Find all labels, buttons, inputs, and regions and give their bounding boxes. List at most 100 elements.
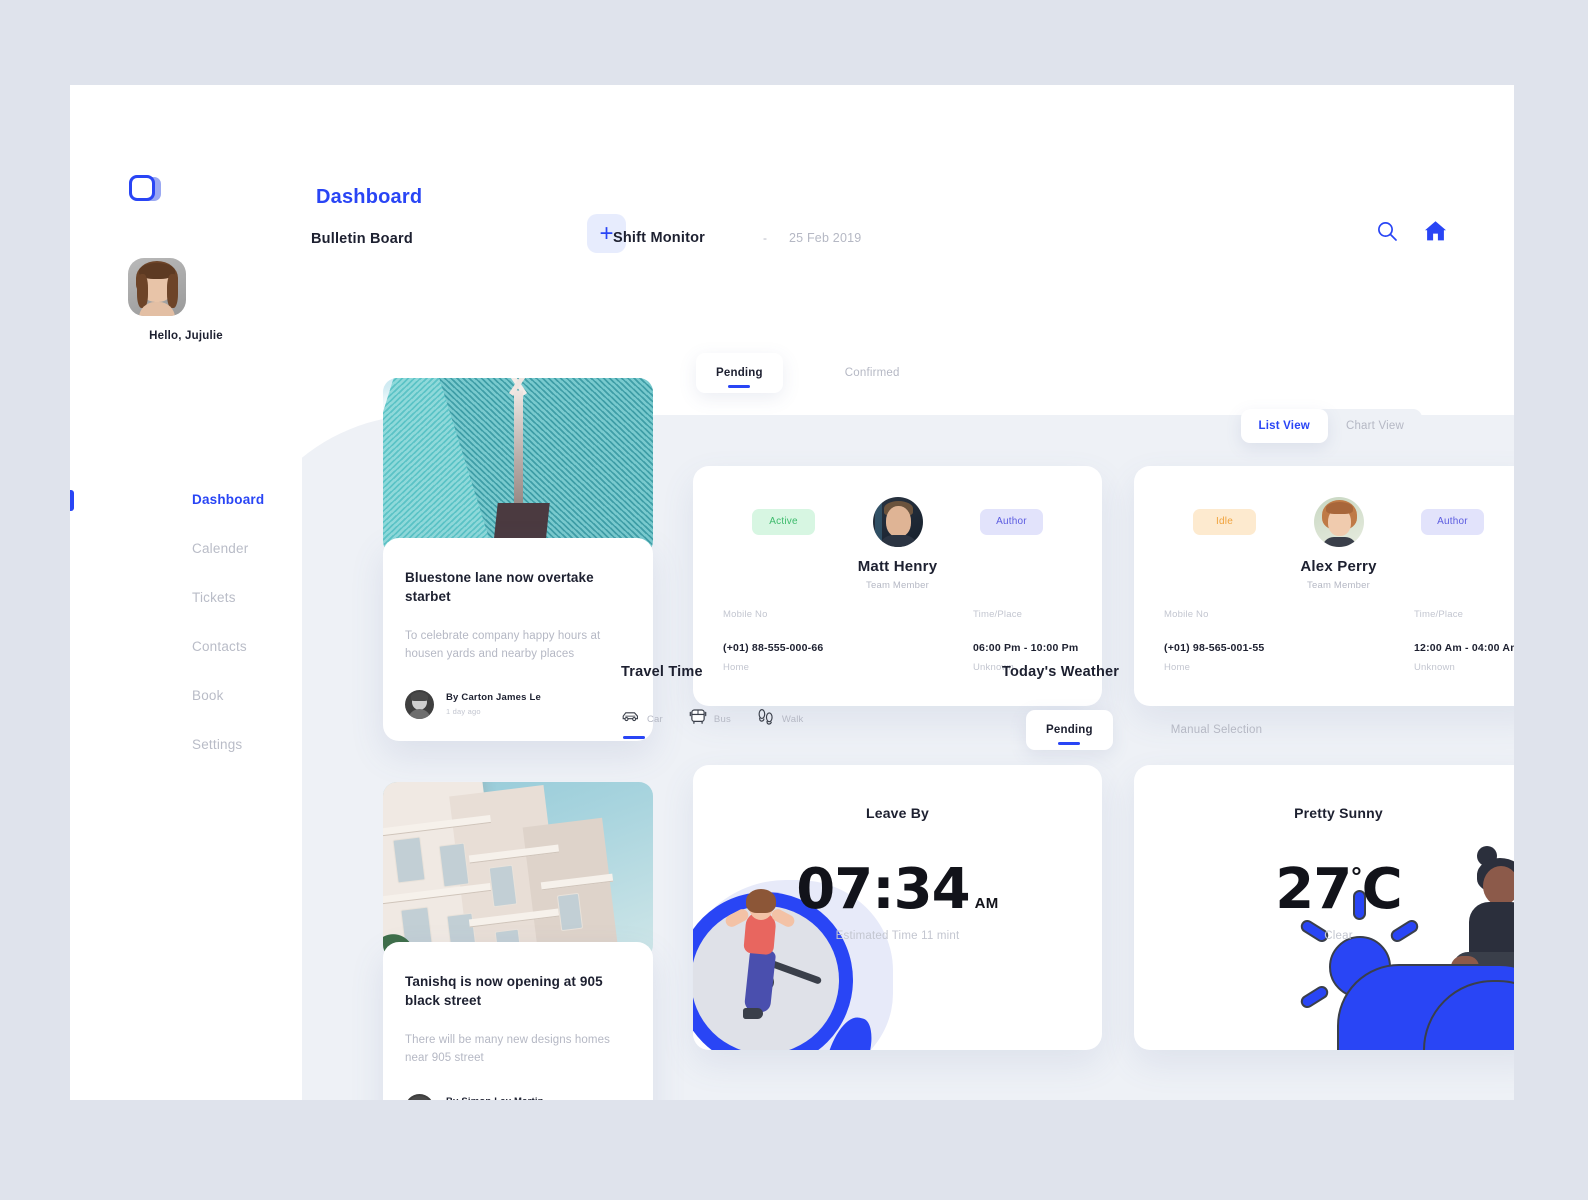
travel-mode-car[interactable]: Car (621, 709, 663, 739)
weather-title: Today's Weather (1002, 664, 1120, 681)
sidebar-item-label: Tickets (192, 590, 236, 605)
status-badge: Idle (1193, 509, 1256, 535)
user-greeting: Hello, Jujulie (149, 330, 223, 342)
weather-card: Pretty Sunny 27°C Clear (1134, 765, 1514, 1050)
avatar[interactable] (128, 258, 186, 316)
home-icon[interactable] (1423, 219, 1448, 243)
sidebar: Hello, Jujulie Dashboard Calender Ticket… (70, 85, 302, 1100)
avatar-hair-right (167, 274, 178, 308)
bulletin-card-body: Bluestone lane now overtake starbet To c… (383, 538, 653, 741)
temperature-unit: C (1361, 857, 1403, 922)
sidebar-item-tickets[interactable]: Tickets (70, 573, 302, 622)
travel-mode-label: Walk (781, 713, 804, 725)
leave-by-time: 07:34 (796, 857, 970, 922)
tab-weather-pending[interactable]: Pending (1026, 710, 1113, 750)
bulletin-body-text: To celebrate company happy hours at hous… (405, 630, 601, 661)
shift-monitor-header: Shift Monitor - 25 Feb 2019 (613, 230, 861, 246)
role-badge: Author (980, 509, 1043, 535)
shift-member-card[interactable]: Idle Author Alex Perry Team Member Mobil… (1134, 466, 1514, 706)
travel-mode-walk[interactable]: Walk (757, 708, 804, 740)
weather-tabs: Pending Manual Selection (1026, 710, 1282, 750)
bulletin-card-body: Tanishq is now opening at 905 black stre… (383, 942, 653, 1100)
author-avatar (405, 689, 434, 719)
sidebar-item-label: Dashboard (192, 492, 265, 507)
view-toggle: List View Chart View (1240, 409, 1422, 443)
header-actions (1375, 219, 1448, 243)
travel-mode-selector: Car Bus Walk (621, 708, 803, 740)
leave-by-value: 07:34 AM (693, 857, 1102, 922)
member-mobile-detail: Mobile No (+01) 88-555-000-66 Home (723, 609, 823, 673)
tab-pending[interactable]: Pending (696, 353, 783, 393)
car-icon (621, 709, 640, 729)
mobile-value: (+01) 98-565-001-55 (1164, 642, 1265, 654)
user-avatar-image (128, 258, 186, 316)
time-place-label: Time/Place (1414, 609, 1464, 620)
search-icon[interactable] (1375, 219, 1399, 243)
townhouses-photo (383, 782, 653, 959)
bulletin-headline: Tanishq is now opening at 905 black stre… (405, 974, 603, 1009)
list-view-button[interactable]: List View (1240, 409, 1328, 443)
weather-condition-title: Pretty Sunny (1294, 805, 1383, 821)
app-logo-icon[interactable] (129, 173, 163, 205)
travel-time-title: Travel Time (621, 664, 703, 681)
glass-tower-photo (383, 378, 653, 555)
travel-mode-label: Bus (713, 713, 731, 725)
author-timestamp: 1 day ago (446, 707, 481, 717)
time-value: 12:00 Am - 04:00 Am (1414, 642, 1514, 654)
shift-monitor-tabs: Pending Confirmed (696, 353, 920, 393)
estimated-time-text: Estimated Time 11 mint (835, 930, 960, 942)
logo-front-shape (129, 175, 155, 201)
temperature-value: 27°C (1134, 857, 1514, 922)
shift-monitor-title: Shift Monitor (613, 230, 705, 246)
member-mobile-detail: Mobile No (+01) 98-565-001-55 Home (1164, 609, 1264, 673)
degree-symbol: ° (1351, 861, 1362, 891)
member-subtitle: Team Member (1307, 580, 1370, 591)
status-badge: Active (752, 509, 815, 535)
author-name: By Carton James Le (446, 692, 541, 704)
sidebar-item-settings[interactable]: Settings (70, 720, 302, 769)
active-indicator-bar (70, 490, 74, 511)
author-name: By Simon Lay Martin (446, 1096, 544, 1100)
sidebar-item-contacts[interactable]: Contacts (70, 622, 302, 671)
tab-confirmed[interactable]: Confirmed (825, 353, 920, 393)
mobile-label: Mobile No (1164, 609, 1209, 620)
role-badge: Author (1421, 509, 1484, 535)
sidebar-item-label: Book (192, 688, 224, 703)
temperature-number: 27 (1275, 857, 1352, 922)
sidebar-nav: Dashboard Calender Tickets Contacts Book… (70, 475, 302, 769)
place-sub: Unknown (1414, 662, 1456, 673)
sidebar-item-calender[interactable]: Calender (70, 524, 302, 573)
bulletin-author: By Simon Lay Martin 2 day ago (405, 1093, 631, 1100)
avatar-hair-left (137, 274, 148, 308)
footsteps-icon (757, 708, 775, 730)
tab-manual-selection[interactable]: Manual Selection (1151, 710, 1282, 750)
time-place-label: Time/Place (973, 609, 1023, 620)
member-subtitle: Team Member (866, 580, 929, 591)
shift-monitor-date: 25 Feb 2019 (789, 231, 862, 245)
weather-sub-text: Clear (1324, 930, 1353, 942)
sidebar-item-label: Contacts (192, 639, 247, 654)
mobile-sub: Home (1164, 662, 1191, 673)
bus-icon (689, 708, 707, 730)
app-window: Hello, Jujulie Dashboard Calender Ticket… (70, 85, 1514, 1100)
travel-mode-label: Car (647, 713, 663, 725)
sidebar-item-label: Settings (192, 737, 243, 752)
bulletin-body-text: There will be many new designs homes nea… (405, 1034, 610, 1065)
sidebar-item-book[interactable]: Book (70, 671, 302, 720)
sidebar-item-label: Calender (192, 541, 249, 556)
sidebar-item-dashboard[interactable]: Dashboard (70, 475, 302, 524)
author-avatar (405, 1093, 434, 1100)
mobile-value: (+01) 88-555-000-66 (723, 642, 824, 654)
member-name: Matt Henry (857, 558, 938, 575)
member-avatar (1313, 497, 1364, 547)
bulletin-author: By Carton James Le 1 day ago (405, 689, 631, 719)
member-name: Alex Perry (1300, 558, 1377, 575)
mobile-sub: Home (723, 662, 750, 673)
leave-by-title: Leave By (865, 805, 930, 821)
page-title: Dashboard (316, 186, 423, 209)
travel-mode-bus[interactable]: Bus (689, 708, 731, 740)
leave-by-meridiem: AM (974, 895, 999, 912)
bulletin-headline: Bluestone lane now overtake starbet (405, 570, 594, 605)
member-time-detail: Time/Place 12:00 Am - 04:00 Am Unknown (1414, 609, 1514, 673)
chart-view-button[interactable]: Chart View (1328, 409, 1422, 443)
